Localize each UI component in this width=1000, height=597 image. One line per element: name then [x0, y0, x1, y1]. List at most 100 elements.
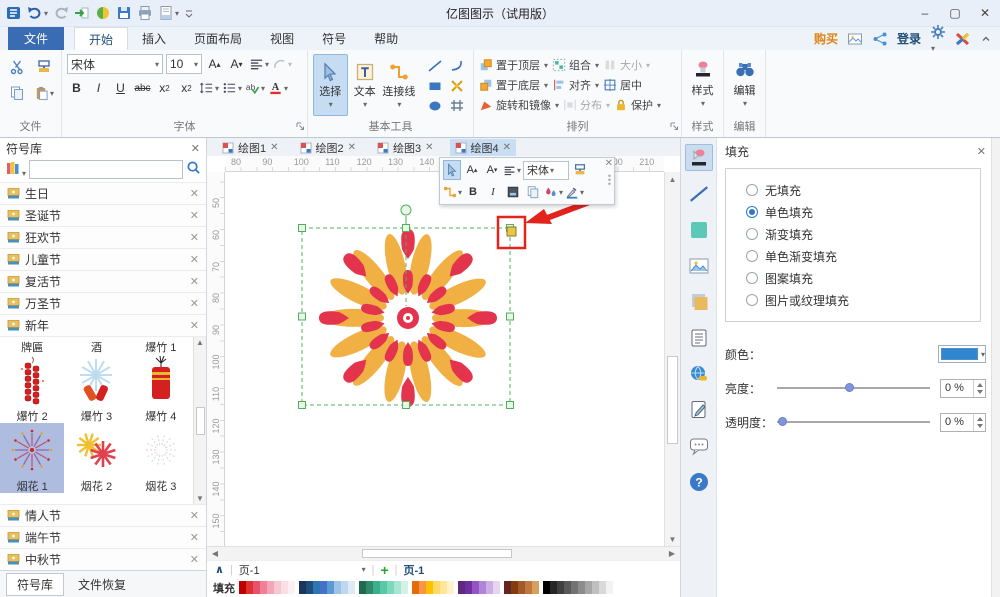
- tool-文本[interactable]: 文本▾: [348, 54, 382, 116]
- open-import-icon[interactable]: [74, 4, 90, 22]
- category-端午节[interactable]: 端午节✕: [0, 526, 206, 548]
- palette-swatch[interactable]: [543, 581, 550, 594]
- transparency-slider[interactable]: [777, 415, 930, 429]
- close-icon[interactable]: ✕: [503, 142, 511, 153]
- login-button[interactable]: 登录: [897, 30, 921, 47]
- footer-tab-文件恢复[interactable]: 文件恢复: [68, 574, 136, 595]
- symbol-烟花 1[interactable]: 烟花 1: [0, 423, 64, 493]
- pane-shadow-icon[interactable]: [685, 216, 713, 243]
- palette-swatch[interactable]: [239, 581, 246, 594]
- slider-thumb[interactable]: [778, 417, 787, 426]
- bold-button[interactable]: B: [67, 78, 86, 98]
- category-圣诞节[interactable]: 圣诞节✕: [0, 204, 206, 226]
- palette-swatch[interactable]: [373, 581, 380, 594]
- pane-comment-icon[interactable]: [685, 432, 713, 459]
- fill-option-图案填充[interactable]: 图案填充: [746, 267, 980, 289]
- palette-swatch[interactable]: [253, 581, 260, 594]
- close-icon[interactable]: ✕: [190, 319, 199, 332]
- pane-layer-icon[interactable]: [685, 288, 713, 315]
- palette-swatch[interactable]: [306, 581, 313, 594]
- palette-swatch[interactable]: [320, 581, 327, 594]
- linesp-button[interactable]: ▾: [199, 78, 219, 98]
- arrange-居中[interactable]: 居中: [603, 76, 642, 94]
- canvas[interactable]: 8090100110120130140150160170180190200210…: [207, 156, 680, 546]
- spin-down-icon[interactable]: [977, 424, 983, 428]
- palette-swatch[interactable]: [585, 581, 592, 594]
- palette-swatch[interactable]: [447, 581, 454, 594]
- arrange-保护[interactable]: 保护▾: [614, 96, 661, 114]
- palette-swatch[interactable]: [327, 581, 334, 594]
- grow-font-button[interactable]: A▴: [205, 54, 224, 74]
- connector-button[interactable]: ▾: [443, 182, 462, 202]
- fill-option-无填充[interactable]: 无填充: [746, 179, 980, 201]
- spin-up-icon[interactable]: [977, 417, 983, 421]
- dialog-launcher-icon[interactable]: [296, 120, 305, 134]
- close-icon[interactable]: ✕: [190, 531, 199, 544]
- symbol-烟花 3[interactable]: 烟花 3: [129, 423, 193, 493]
- fill-option-单色填充[interactable]: 单色填充: [746, 201, 980, 223]
- buy-button[interactable]: 购买: [814, 30, 838, 47]
- font-family-select[interactable]: 宋体▾: [523, 161, 569, 180]
- palette-swatch[interactable]: [557, 581, 564, 594]
- brightness-value-box[interactable]: 0 %: [940, 379, 986, 398]
- palette-swatch[interactable]: [465, 581, 472, 594]
- rotation-handle[interactable]: [401, 205, 411, 215]
- search-input[interactable]: [29, 160, 183, 179]
- library-icon[interactable]: ▾: [5, 160, 26, 179]
- close-icon[interactable]: ✕: [190, 509, 199, 522]
- shrink-font-button[interactable]: A▾: [483, 160, 501, 180]
- redo-icon[interactable]: [53, 4, 69, 22]
- italic-button[interactable]: I: [89, 78, 108, 98]
- palette-swatch[interactable]: [274, 581, 281, 594]
- fill-color-button[interactable]: [504, 182, 522, 202]
- category-万圣节[interactable]: 万圣节✕: [0, 292, 206, 314]
- selection-handle[interactable]: [299, 402, 306, 409]
- palette-swatch[interactable]: [599, 581, 606, 594]
- close-icon[interactable]: ✕: [190, 553, 199, 566]
- arrange-置于底层[interactable]: 置于底层▾: [479, 76, 548, 94]
- close-icon[interactable]: ✕: [190, 297, 199, 310]
- close-icon[interactable]: ✕: [190, 231, 199, 244]
- symbol-爆竹 4[interactable]: 爆竹 4: [129, 353, 193, 423]
- painter-icon[interactable]: [34, 57, 54, 77]
- menu-tab-开始[interactable]: 开始: [74, 27, 128, 50]
- search-icon[interactable]: [186, 160, 201, 178]
- fill-panel-scrollbar[interactable]: [991, 138, 1000, 597]
- palette-swatch[interactable]: [458, 581, 465, 594]
- category-狂欢节[interactable]: 狂欢节✕: [0, 226, 206, 248]
- close-icon[interactable]: ✕: [270, 142, 278, 153]
- shrink-font-button[interactable]: A▾: [227, 54, 246, 74]
- radio-icon[interactable]: [746, 228, 758, 240]
- collapse-ribbon-icon[interactable]: [980, 33, 992, 45]
- document-tab-绘图1[interactable]: 绘图1✕: [217, 139, 284, 156]
- preview-icon[interactable]: ▾: [158, 4, 179, 22]
- category-生日[interactable]: 生日✕: [0, 182, 206, 204]
- symbol-scrollbar[interactable]: ▲▼: [193, 337, 206, 504]
- color-dropdown[interactable]: ▾: [938, 345, 986, 363]
- align-text-button[interactable]: ▾: [249, 54, 269, 74]
- spellcheck-button[interactable]: ab▾: [245, 78, 265, 98]
- close-icon[interactable]: ✕: [605, 158, 613, 169]
- palette-swatch[interactable]: [260, 581, 267, 594]
- selection-handle[interactable]: [299, 313, 306, 320]
- category-情人节[interactable]: 情人节✕: [0, 504, 206, 526]
- spin-down-icon[interactable]: [977, 390, 983, 394]
- palette-swatch[interactable]: [288, 581, 295, 594]
- palette-swatch[interactable]: [380, 581, 387, 594]
- control-point[interactable]: [507, 227, 516, 236]
- selection-handle[interactable]: [299, 225, 306, 232]
- horizontal-scrollbar[interactable]: ◀ ▶: [207, 546, 680, 560]
- copy-style-button[interactable]: [524, 182, 542, 202]
- menu-tab-帮助[interactable]: 帮助: [360, 27, 412, 50]
- fill-option-单色渐变填充[interactable]: 单色渐变填充: [746, 245, 980, 267]
- palette-swatch[interactable]: [479, 581, 486, 594]
- palette-swatch[interactable]: [366, 581, 373, 594]
- gear-icon[interactable]: ▾: [930, 24, 946, 54]
- palette-swatch[interactable]: [426, 581, 433, 594]
- toolbar-more-icon[interactable]: [184, 4, 194, 22]
- symbol-爆竹 2[interactable]: 爆竹 2: [0, 353, 64, 423]
- radio-icon[interactable]: [746, 184, 758, 196]
- cut-icon[interactable]: [7, 57, 27, 77]
- palette-swatch[interactable]: [550, 581, 557, 594]
- crop-shape-button[interactable]: [447, 96, 467, 116]
